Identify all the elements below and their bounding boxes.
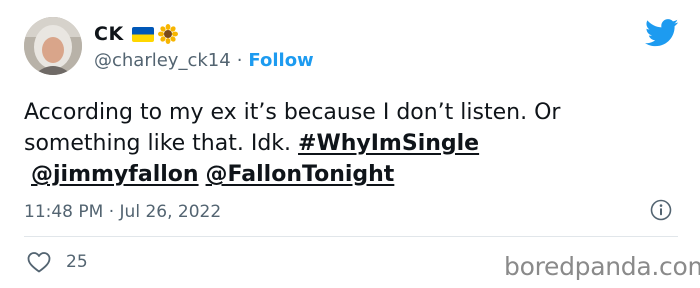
avatar[interactable] [24,17,82,75]
mention-link-jimmyfallon[interactable]: @jimmyfallon [31,162,199,187]
separator-dot: · [236,50,243,71]
tweet-card: CK @charley_ck14 · Follow According to m… [0,0,700,288]
twitter-bird-icon[interactable] [645,19,679,47]
author-name-row: CK [94,22,178,46]
follow-button[interactable]: Follow [248,50,313,71]
info-icon[interactable] [650,199,672,221]
ukraine-flag-icon [131,26,154,42]
display-name[interactable]: CK [94,23,124,45]
watermark: boredpanda.com [504,252,700,281]
tweet-timestamp[interactable]: 11:48 PM · Jul 26, 2022 [24,202,221,222]
sunflower-icon [157,24,178,44]
author-handle-row: @charley_ck14 · Follow [94,50,314,71]
author-handle[interactable]: @charley_ck14 [94,50,231,71]
hashtag-link[interactable]: #WhyImSingle [298,131,479,156]
heart-icon[interactable] [26,250,52,274]
mention-link-fallontonight[interactable]: @FallonTonight [206,162,395,187]
tweet-body-text: According to my ex it’s because I don’t … [24,100,561,156]
divider [24,236,678,237]
like-count: 25 [66,252,88,272]
tweet-text: According to my ex it’s because I don’t … [24,97,674,190]
avatar-photo [24,17,82,75]
like-action[interactable]: 25 [26,250,88,274]
